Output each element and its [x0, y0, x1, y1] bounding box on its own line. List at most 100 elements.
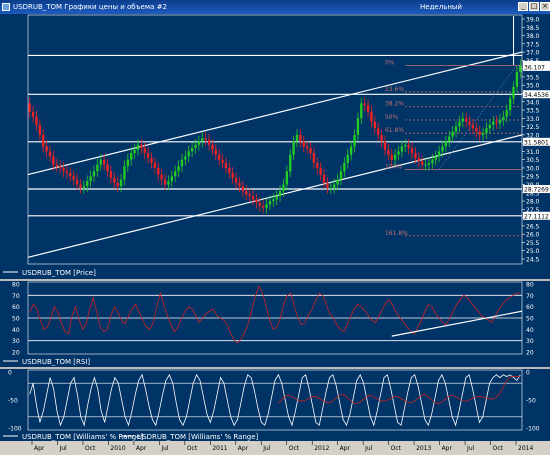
candle-body: [495, 121, 498, 124]
minimize-button[interactable]: _: [518, 2, 528, 11]
candle-body: [295, 134, 299, 142]
fib-label: 61.8%: [385, 127, 404, 134]
period-label[interactable]: Недельный: [420, 0, 462, 14]
candle-body: [89, 176, 92, 182]
rsi-tick-label-right: 70: [526, 293, 534, 300]
candle-body: [157, 167, 160, 175]
time-tick-label: Oct: [493, 445, 504, 452]
candle-body: [278, 191, 282, 197]
rsi-tick-label-right: 50: [526, 316, 534, 323]
candle-body: [79, 184, 82, 188]
candle-body: [228, 167, 231, 173]
candle-body: [366, 105, 370, 112]
time-tick-label: 2014: [518, 445, 533, 452]
fib-label: 100%: [385, 164, 402, 171]
candle-body: [492, 121, 495, 125]
app-icon: [2, 3, 10, 11]
candle-body: [336, 179, 339, 185]
rsi-tick-label-right: 20: [526, 350, 534, 357]
williams-tick-label-right: -50: [526, 398, 536, 405]
candle-body: [241, 186, 245, 192]
candle-body: [387, 149, 390, 155]
candle-body: [390, 154, 393, 160]
candle-body: [478, 131, 481, 135]
candle-body: [289, 154, 292, 172]
candle-body: [99, 159, 102, 165]
price-tick-label: 34.0: [526, 99, 540, 106]
time-tick-label: Apr: [238, 445, 249, 452]
candle-body: [113, 177, 116, 183]
candle-body: [322, 174, 326, 183]
time-tick-label: Apr: [442, 445, 453, 452]
price-tick-label: 33.0: [526, 116, 540, 123]
williams-tick-label-left: 0: [8, 370, 12, 377]
candle-body: [285, 171, 289, 185]
candle-body: [116, 182, 119, 187]
candle-body: [119, 179, 123, 187]
williams-tick-label-left: -100: [8, 426, 22, 433]
price-tick-label: 35.5: [526, 74, 540, 81]
candle-body: [163, 179, 167, 185]
rsi-tick-label-left: 40: [12, 327, 20, 334]
rsi-tick-label-left: 50: [12, 316, 20, 323]
fib-label: 23.6%: [385, 86, 404, 93]
time-tick-label: Jul: [364, 445, 373, 452]
title-bar[interactable]: USDRUB_TOM Графики цены и объема #2 Неде…: [0, 0, 550, 14]
window-title: USDRUB_TOM Графики цены и объема #2: [13, 3, 167, 11]
candle-body: [464, 118, 468, 122]
candle-body: [126, 159, 129, 167]
candle-body: [221, 159, 224, 163]
candle-body: [217, 154, 221, 160]
candle-body: [481, 133, 485, 135]
candle-body: [52, 156, 55, 165]
price-tick-label: 24.5: [526, 257, 540, 264]
candle-body: [143, 148, 146, 154]
close-button[interactable]: ×: [540, 2, 550, 11]
candle-body: [471, 124, 475, 129]
time-tick-label: 2012: [314, 445, 329, 452]
chart-area[interactable]: USDRUB_TOM [Price] USDRUB_TOM [RSI] USDR…: [0, 14, 550, 455]
time-tick-label: Oct: [289, 445, 300, 452]
candle-body: [31, 111, 35, 117]
candle-body: [377, 128, 380, 135]
time-tick-label: Apr: [34, 445, 45, 452]
candle-body: [475, 128, 478, 132]
price-tick-label: 26.5: [526, 223, 540, 230]
candle-body: [326, 182, 329, 188]
candle-body: [224, 163, 228, 168]
candle-body: [106, 164, 109, 172]
candle-body: [45, 146, 48, 152]
time-tick-label: Oct: [187, 445, 198, 452]
candle-body: [201, 138, 204, 142]
candle-body: [275, 196, 278, 200]
candle-body: [133, 149, 136, 154]
candle-body: [214, 149, 217, 155]
candle-body: [170, 176, 173, 182]
candle-body: [458, 121, 461, 127]
candle-body: [174, 171, 177, 177]
price-tick-label: 29.5: [526, 174, 540, 181]
candle-body: [393, 154, 397, 160]
maximize-button[interactable]: □: [529, 2, 539, 11]
rsi-tick-label-right: 80: [526, 282, 534, 289]
candle-body: [316, 163, 319, 168]
candle-body: [319, 167, 322, 175]
candle-body: [434, 156, 437, 160]
candle-body: [312, 153, 316, 163]
candle-body: [211, 144, 214, 150]
candle-body: [28, 103, 31, 112]
candle-body: [437, 151, 441, 157]
candle-body: [251, 196, 255, 200]
candle-body: [512, 86, 515, 99]
candle-body: [282, 184, 285, 192]
price-tick-label: 26.0: [526, 232, 540, 239]
candle-body: [515, 71, 519, 87]
time-tick-label: Oct: [85, 445, 96, 452]
candle-body: [238, 182, 241, 187]
price-tick-label: 31.0: [526, 149, 540, 156]
candle-body: [265, 204, 268, 208]
time-tick-label: Apr: [136, 445, 147, 452]
candle-body: [346, 154, 349, 163]
time-tick-label: Apr: [340, 445, 351, 452]
candle-body: [339, 171, 343, 180]
